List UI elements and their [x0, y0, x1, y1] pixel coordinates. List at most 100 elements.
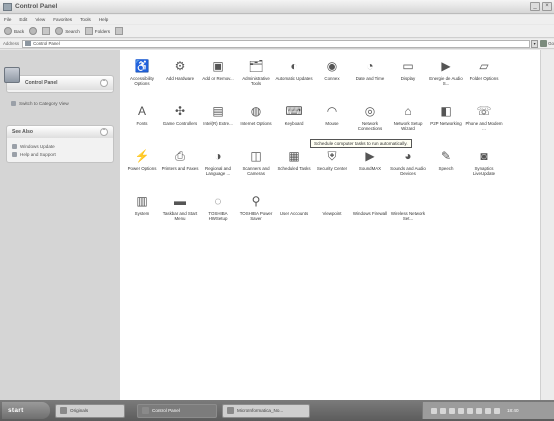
category-view-icon [11, 100, 16, 106]
cp-item-label: TOSHIBA Power Saver [239, 211, 273, 222]
cp-item-label: Mouse [325, 121, 339, 126]
cp-item-wireless-network[interactable]: Wireless Network Set... [389, 193, 427, 233]
cp-item-power-options[interactable]: ⚡ Power Options [123, 148, 161, 188]
cp-item-add-hardware[interactable]: ⚙ Add Hardware [161, 58, 199, 98]
menu-file[interactable]: File [4, 17, 11, 22]
cp-item-admin-tools[interactable]: 🗂 Administrative Tools [237, 58, 275, 98]
cp-item-toshiba-hwsetup[interactable]: ◌ TOSHIBA HWSetup [199, 193, 237, 233]
see-also-header[interactable]: See Also ˆ [7, 126, 113, 138]
cp-item-printers-faxes[interactable]: ⎙ Printers and Faxes [161, 148, 199, 188]
cp-item-label: TOSHIBA HWSetup [208, 211, 228, 222]
cp-item-label: Accessibility Options [130, 76, 154, 87]
tray-icon[interactable] [449, 407, 455, 414]
cp-item-label: Security Center [316, 166, 348, 171]
search-icon [55, 27, 64, 35]
cp-item-scanners-cameras[interactable]: ◫ Scanners and Cameras [237, 148, 275, 188]
cp-item-system[interactable]: ▥ System [123, 193, 161, 233]
taskbar-item-label: Originals [70, 408, 89, 413]
cp-item-label: Fonts [136, 121, 148, 126]
see-also-section: See Also ˆ Windows Update Help and Suppo… [6, 125, 114, 163]
windows-update-link[interactable]: Windows Update [12, 142, 108, 150]
go-button[interactable]: Go [540, 40, 554, 47]
cp-item-mouse[interactable]: ◠ Mouse [313, 103, 351, 143]
keyboard-icon: ⌨ [285, 104, 303, 118]
cp-item-date-time[interactable]: ◔ Date and Time [351, 58, 389, 98]
tray-icon[interactable] [458, 407, 464, 414]
cp-item-phone-modem[interactable]: ☏ Phone and Modem ... [465, 103, 503, 143]
cp-item-regional-language[interactable]: ◑ Regional and Language ... [199, 148, 237, 188]
cp-item-accessibility[interactable]: ♿ Accessibility Options [123, 58, 161, 98]
switch-category-view-link[interactable]: Switch to Category View [11, 99, 109, 107]
cp-item-viewpoint[interactable]: Viewpoint [313, 193, 351, 233]
cp-item-user-accounts[interactable]: User Accounts [275, 193, 313, 233]
cp-item-toshiba-power[interactable]: ⚲ TOSHIBA Power Saver [237, 193, 275, 233]
cp-item-scheduled-tasks[interactable]: ▦ Scheduled Tasks [275, 148, 313, 188]
taskbar-start-icon: ▬ [174, 194, 186, 208]
tray-icon[interactable] [485, 407, 491, 414]
cp-item-fonts[interactable]: A Fonts [123, 103, 161, 143]
energy-audio-icon: ▶ [441, 59, 451, 73]
collapse-icon[interactable]: ˆ [100, 128, 108, 136]
views-button[interactable] [115, 27, 124, 35]
tray-icon[interactable] [431, 407, 437, 414]
taskbar-item-label: MicroInformatica_No... [237, 408, 284, 413]
cp-item-display[interactable]: ▭ Display [389, 58, 427, 98]
cp-item-speech[interactable]: ✎ Speech [427, 148, 465, 188]
cp-item-folder-options[interactable]: ▱ Folder Options [465, 58, 503, 98]
help-support-link[interactable]: Help and Support [12, 150, 108, 158]
vertical-scrollbar[interactable] [540, 50, 554, 400]
collapse-icon[interactable]: ˆ [100, 79, 108, 87]
clock: 18:40 [507, 408, 519, 413]
menu-edit[interactable]: Edit [19, 17, 27, 22]
taskbar-item-control-panel[interactable]: Control Panel [137, 403, 217, 418]
p2p-networking-icon: ◧ [440, 104, 452, 118]
folders-button[interactable]: Folders [84, 27, 110, 35]
cp-item-intel-graphics[interactable]: ▤ Intel(R) Extre... [199, 103, 237, 143]
cp-item-windows-firewall[interactable]: Windows Firewall [351, 193, 389, 233]
cp-item-label: Viewpoint [322, 211, 342, 216]
security-center-icon: ⛨ [327, 149, 337, 163]
address-input[interactable]: Control Panel [22, 39, 531, 48]
control-panel-items: ♿ Accessibility Options ⚙ Add Hardware ▣ Add … [120, 50, 540, 400]
minimize-button[interactable]: _ [530, 2, 540, 11]
cp-item-synaptics-liveupdate[interactable]: ◙ Synaptics LiveUpdate [465, 148, 503, 188]
cp-item-game-controllers[interactable]: ✣ Game Controllers [161, 103, 199, 143]
search-label: Search [65, 28, 80, 34]
taskbar-item-originals[interactable]: Originals [55, 403, 125, 418]
close-button[interactable]: × [542, 2, 552, 11]
cp-item-keyboard[interactable]: ⌨ Keyboard [275, 103, 313, 143]
printers-faxes-icon: ⎙ [175, 149, 185, 163]
tray-icon[interactable] [467, 407, 473, 414]
menu-help[interactable]: Help [99, 17, 108, 22]
search-button[interactable]: Search [55, 27, 80, 35]
cp-item-network-setup[interactable]: ⌂ Network Setup Wizard [389, 103, 427, 143]
cp-item-internet-options[interactable]: ◍ Internet Options [237, 103, 275, 143]
cp-item-energy-audio[interactable]: ▶ Energie de Audio S... [427, 58, 465, 98]
tray-icon[interactable] [440, 407, 446, 414]
cp-item-connex[interactable]: ◉ Connex [313, 58, 351, 98]
back-button[interactable]: Back [4, 27, 24, 35]
forward-button[interactable] [29, 27, 38, 35]
start-button[interactable]: start [2, 402, 50, 419]
taskbar-item-document[interactable]: MicroInformatica_No... [222, 403, 310, 418]
cp-item-network-connections[interactable]: ◎ Network Connections [351, 103, 389, 143]
cp-item-sounds-audio[interactable]: ◕ Sounds and Audio Devices [389, 148, 427, 188]
cp-item-automatic-updates[interactable]: ◐ Automatic Updates [275, 58, 313, 98]
control-panel-section-header[interactable]: Control Panel ˆ [7, 76, 113, 90]
up-button[interactable] [42, 27, 51, 35]
cp-item-taskbar-start[interactable]: ▬ Taskbar and Start Menu [161, 193, 199, 233]
menu-favorites[interactable]: Favorites [53, 17, 72, 22]
cp-item-security-center[interactable]: ⛨ Security Center [313, 148, 351, 188]
menu-tools[interactable]: Tools [80, 17, 91, 22]
cp-item-add-remove-programs[interactable]: ▣ Add or Remov... [199, 58, 237, 98]
menu-view[interactable]: View [35, 17, 45, 22]
scheduled-tasks-tooltip: Schedule computer tasks to run automatic… [310, 139, 412, 148]
toshiba-power-icon: ⚲ [251, 194, 261, 208]
cp-item-label: Sounds and Audio Devices [390, 166, 426, 177]
see-also-title: See Also [12, 129, 33, 135]
address-dropdown-button[interactable]: ▾ [531, 39, 539, 48]
cp-item-soundmax[interactable]: ▶ SoundMAX [351, 148, 389, 188]
tray-icon[interactable] [494, 407, 500, 414]
tray-icon[interactable] [476, 407, 482, 414]
cp-item-p2p-networking[interactable]: ◧ P2P Networking [427, 103, 465, 143]
